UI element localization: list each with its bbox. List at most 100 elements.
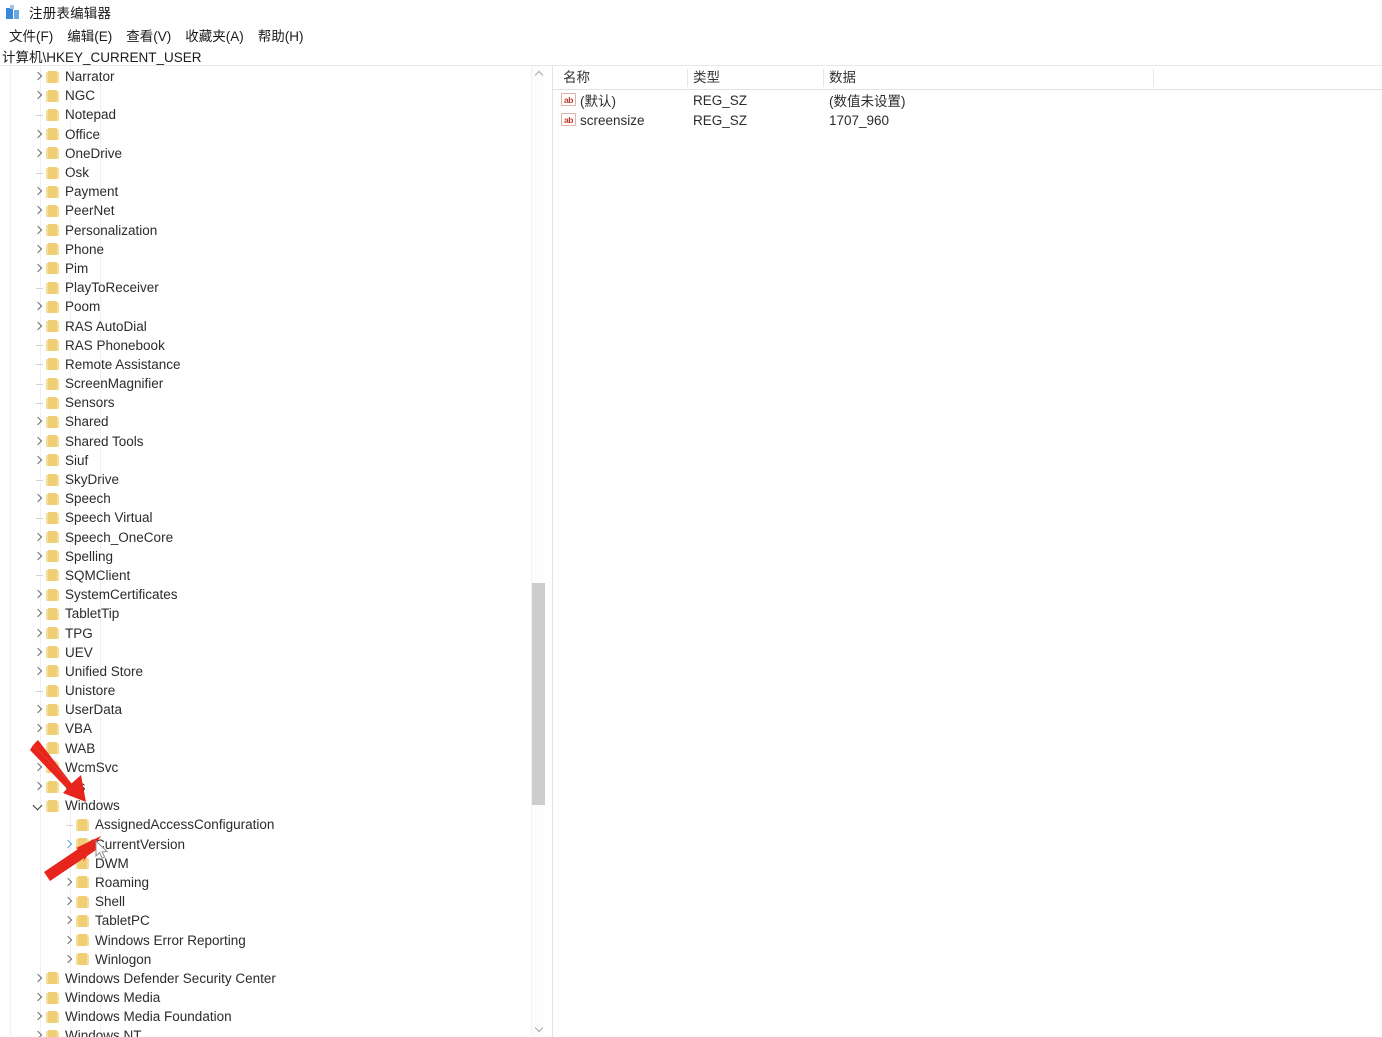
menu-item-help[interactable]: 帮助(H) <box>251 24 311 47</box>
column-header-data[interactable]: 数据 <box>829 66 856 90</box>
chevron-right-icon[interactable] <box>30 1026 46 1037</box>
tree-item-windows-defender-security-center[interactable]: Windows Defender Security Center <box>0 969 532 988</box>
tree-item-windows-error-reporting[interactable]: Windows Error Reporting <box>0 930 532 949</box>
tree-item-sqmclient[interactable]: SQMClient <box>0 566 532 585</box>
chevron-right-icon[interactable] <box>30 182 46 201</box>
tree-item-poom[interactable]: Poom <box>0 297 532 316</box>
tree-item-screenmagnifier[interactable]: ScreenMagnifier <box>0 374 532 393</box>
menu-item-view[interactable]: 查看(V) <box>119 24 178 47</box>
chevron-right-icon[interactable] <box>30 67 46 86</box>
tree-item-payment[interactable]: Payment <box>0 182 532 201</box>
scrollbar-thumb[interactable] <box>532 583 545 805</box>
tree-item-userdata[interactable]: UserData <box>0 700 532 719</box>
chevron-right-icon[interactable] <box>30 643 46 662</box>
address-bar[interactable]: 计算机\HKEY_CURRENT_USER <box>0 46 1382 66</box>
tree-item-spelling[interactable]: Spelling <box>0 547 532 566</box>
tree-item-tablettip[interactable]: TabletTip <box>0 604 532 623</box>
tree-item-windows-media-foundation[interactable]: Windows Media Foundation <box>0 1007 532 1026</box>
chevron-right-icon[interactable] <box>30 259 46 278</box>
column-divider[interactable] <box>823 69 824 87</box>
tree-item-peernet[interactable]: PeerNet <box>0 201 532 220</box>
tree-item-assignedaccessconfiguration[interactable]: AssignedAccessConfiguration <box>0 815 532 834</box>
chevron-down-icon[interactable] <box>30 796 46 815</box>
tree-item-vba[interactable]: VBA <box>0 719 532 738</box>
menu-item-file[interactable]: 文件(F) <box>2 24 60 47</box>
tree-item-tabletpc[interactable]: TabletPC <box>0 911 532 930</box>
tree-item-ras-autodial[interactable]: RAS AutoDial <box>0 316 532 335</box>
chevron-right-icon[interactable] <box>30 144 46 163</box>
chevron-right-icon[interactable] <box>30 221 46 240</box>
tree-item-windows[interactable]: Windows <box>0 796 532 815</box>
tree-item-shared[interactable]: Shared <box>0 412 532 431</box>
tree-item-winlogon[interactable]: Winlogon <box>0 950 532 969</box>
chevron-right-icon[interactable] <box>30 240 46 259</box>
chevron-right-icon[interactable] <box>30 528 46 547</box>
tree-item-personalization[interactable]: Personalization <box>0 221 532 240</box>
chevron-right-icon[interactable] <box>30 412 46 431</box>
chevron-right-icon[interactable] <box>30 547 46 566</box>
chevron-right-icon[interactable] <box>30 451 46 470</box>
tree-item-shared-tools[interactable]: Shared Tools <box>0 432 532 451</box>
chevron-right-icon[interactable] <box>30 662 46 681</box>
chevron-right-icon[interactable] <box>30 86 46 105</box>
tree-item-office[interactable]: Office <box>0 125 532 144</box>
tree-item-tpg[interactable]: TPG <box>0 623 532 642</box>
tree-item-speech-virtual[interactable]: Speech Virtual <box>0 508 532 527</box>
menu-item-edit[interactable]: 编辑(E) <box>60 24 119 47</box>
chevron-right-icon[interactable] <box>60 873 76 892</box>
tree-item-systemcertificates[interactable]: SystemCertificates <box>0 585 532 604</box>
tree-item-speech-onecore[interactable]: Speech_OneCore <box>0 528 532 547</box>
scroll-up-arrow-icon[interactable] <box>532 66 545 82</box>
tree-item-roaming[interactable]: Roaming <box>0 873 532 892</box>
chevron-right-icon[interactable] <box>60 892 76 911</box>
tree-item-wfs[interactable]: wfs <box>0 777 532 796</box>
chevron-right-icon[interactable] <box>30 700 46 719</box>
tree-item-playtoreceiver[interactable]: PlayToReceiver <box>0 278 532 297</box>
chevron-right-icon[interactable] <box>30 624 46 643</box>
tree-item-dwm[interactable]: DWM <box>0 854 532 873</box>
chevron-right-icon[interactable] <box>60 950 76 969</box>
tree-item-wcmsvc[interactable]: WcmSvc <box>0 758 532 777</box>
chevron-right-icon[interactable] <box>30 988 46 1007</box>
tree-item-ras-phonebook[interactable]: RAS Phonebook <box>0 336 532 355</box>
chevron-right-icon[interactable] <box>30 969 46 988</box>
chevron-right-icon[interactable] <box>30 432 46 451</box>
chevron-right-icon[interactable] <box>60 911 76 930</box>
chevron-right-icon[interactable] <box>30 777 46 796</box>
chevron-right-icon[interactable] <box>30 758 46 777</box>
tree-item-unistore[interactable]: Unistore <box>0 681 532 700</box>
tree-item-windows-nt[interactable]: Windows NT <box>0 1026 532 1037</box>
chevron-right-icon[interactable] <box>60 931 76 950</box>
tree-vertical-scrollbar[interactable] <box>531 66 545 1037</box>
menu-item-favorites[interactable]: 收藏夹(A) <box>178 24 251 47</box>
tree-item-shell[interactable]: Shell <box>0 892 532 911</box>
tree-item-osk[interactable]: Osk <box>0 163 532 182</box>
tree-item-currentversion[interactable]: CurrentVersion <box>0 835 532 854</box>
tree-item-skydrive[interactable]: SkyDrive <box>0 470 532 489</box>
tree-item-siuf[interactable]: Siuf <box>0 451 532 470</box>
tree-item-notepad[interactable]: Notepad <box>0 105 532 124</box>
column-divider[interactable] <box>687 69 688 87</box>
tree-item-unified-store[interactable]: Unified Store <box>0 662 532 681</box>
scroll-down-arrow-icon[interactable] <box>532 1021 545 1037</box>
chevron-right-icon[interactable] <box>30 125 46 144</box>
tree-item-ngc[interactable]: NGC <box>0 86 532 105</box>
tree-item-windows-media[interactable]: Windows Media <box>0 988 532 1007</box>
chevron-right-icon[interactable] <box>30 604 46 623</box>
column-header-name[interactable]: 名称 <box>563 66 590 90</box>
chevron-right-icon[interactable] <box>30 739 46 758</box>
tree-item-speech[interactable]: Speech <box>0 489 532 508</box>
tree-item-pim[interactable]: Pim <box>0 259 532 278</box>
chevron-right-icon[interactable] <box>30 1007 46 1026</box>
tree-item-onedrive[interactable]: OneDrive <box>0 144 532 163</box>
column-divider[interactable] <box>1153 69 1154 87</box>
column-header-type[interactable]: 类型 <box>693 66 720 90</box>
value-row[interactable]: ab (默认) REG_SZ (数值未设置) <box>553 90 1382 110</box>
chevron-right-icon[interactable] <box>30 585 46 604</box>
tree-item-remote-assistance[interactable]: Remote Assistance <box>0 355 532 374</box>
chevron-right-icon[interactable] <box>30 317 46 336</box>
value-row[interactable]: ab screensize REG_SZ 1707_960 <box>553 110 1382 130</box>
chevron-right-icon[interactable] <box>30 719 46 738</box>
chevron-right-icon[interactable] <box>30 297 46 316</box>
tree-item-narrator[interactable]: Narrator <box>0 67 532 86</box>
